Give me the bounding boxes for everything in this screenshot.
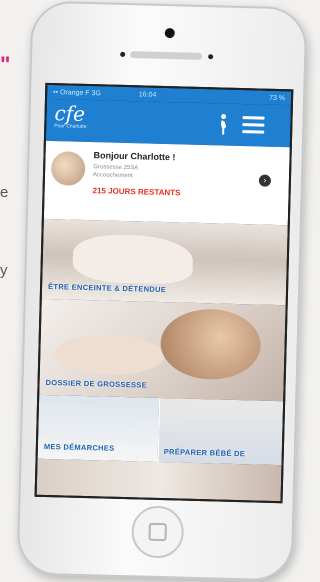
tile-label: MES DÉMARCHES [43, 441, 115, 453]
chevron-right-icon[interactable]: › [258, 174, 272, 187]
tile-mes-demarches[interactable]: MES DÉMARCHES [37, 394, 160, 462]
logo-script: cfe [54, 101, 86, 126]
tile-label: PRÉPARER BÉBÉ DE [163, 447, 246, 459]
background-text-fragment: y [0, 262, 8, 279]
avatar [50, 151, 86, 186]
app-header: cfe Pour Charlotte [45, 98, 291, 148]
phone-device: •• Orange F 3G 16:04 73 % cfe Pour Charl… [16, 0, 308, 582]
pregnant-woman-icon[interactable] [218, 113, 229, 135]
tile-more[interactable] [36, 458, 282, 502]
status-battery: 73 % [269, 94, 286, 102]
tile-dossier-grossesse[interactable]: DOSSIER DE GROSSESSE [39, 298, 286, 402]
home-button[interactable] [131, 505, 185, 559]
app-logo[interactable]: cfe Pour Charlotte [54, 101, 115, 137]
background-quote-fragment: " [0, 52, 12, 77]
sensor-dot [208, 54, 214, 60]
tile-photo [72, 233, 194, 285]
app-screen: •• Orange F 3G 16:04 73 % cfe Pour Charl… [34, 82, 294, 504]
tile-photo [159, 307, 262, 381]
front-camera [164, 27, 175, 39]
logo-subtitle: Pour Charlotte [54, 123, 87, 130]
tile-label: ÊTRE ENCEINTE & DÉTENDUE [47, 282, 167, 295]
days-remaining: 215 JOURS RESTANTS [92, 186, 181, 198]
hamburger-menu-icon[interactable] [242, 116, 265, 135]
background-text-fragment: e [0, 184, 9, 201]
tile-preparer-bebe[interactable]: PRÉPARER BÉBÉ DE [157, 397, 284, 466]
tile-photo [53, 333, 165, 377]
status-time: 16:04 [138, 90, 157, 99]
home-square-icon [148, 522, 167, 542]
status-carrier: •• Orange F 3G [53, 88, 101, 97]
pregnancy-info-line: Grossesse 25SA [93, 164, 139, 172]
sensor-dot [120, 51, 126, 57]
tile-etre-enceinte[interactable]: ÊTRE ENCEINTE & DÉTENDUE [41, 218, 288, 306]
greeting-text: Bonjour Charlotte ! [93, 150, 176, 163]
pregnancy-info-line: Accouchement [92, 172, 133, 180]
earpiece-speaker [130, 51, 203, 60]
welcome-card[interactable]: Bonjour Charlotte ! Grossesse 25SA Accou… [43, 140, 290, 226]
tile-label: DOSSIER DE GROSSESSE [45, 377, 148, 390]
